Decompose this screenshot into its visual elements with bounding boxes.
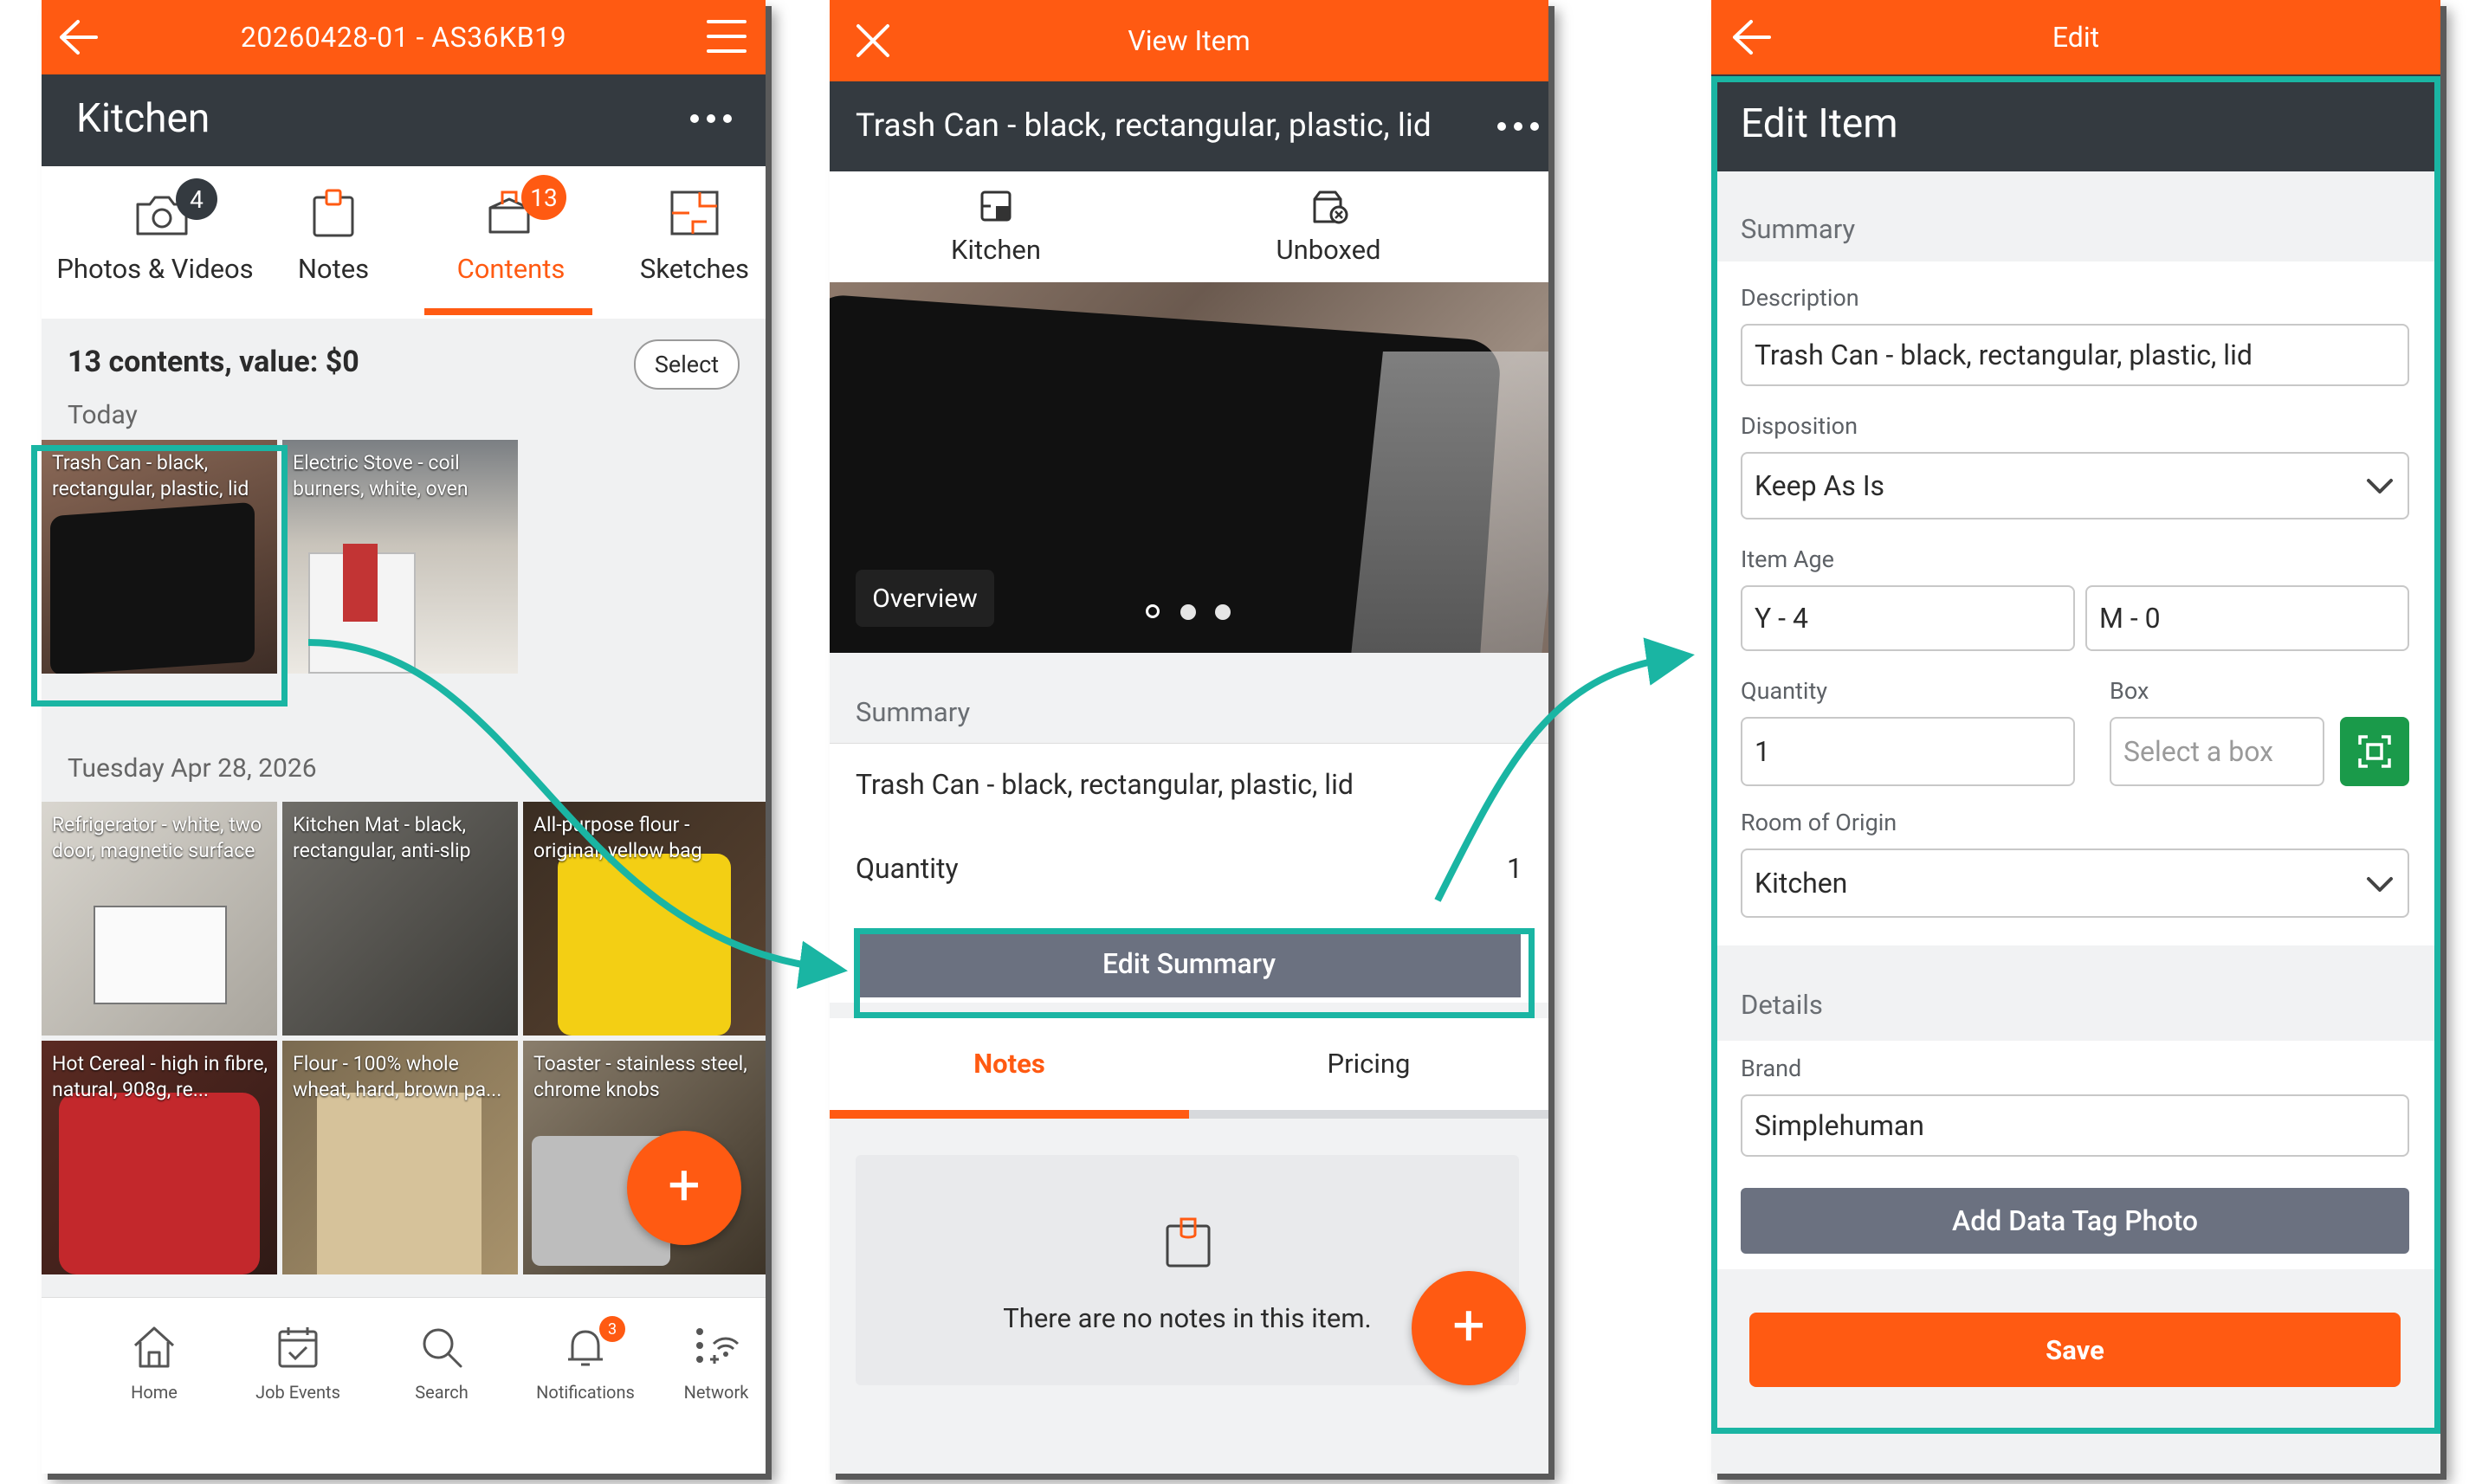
arrow-tile-to-view: [307, 639, 848, 990]
arrow-view-to-edit: [1434, 637, 1695, 902]
flow-arrows: [307, 637, 1695, 990]
